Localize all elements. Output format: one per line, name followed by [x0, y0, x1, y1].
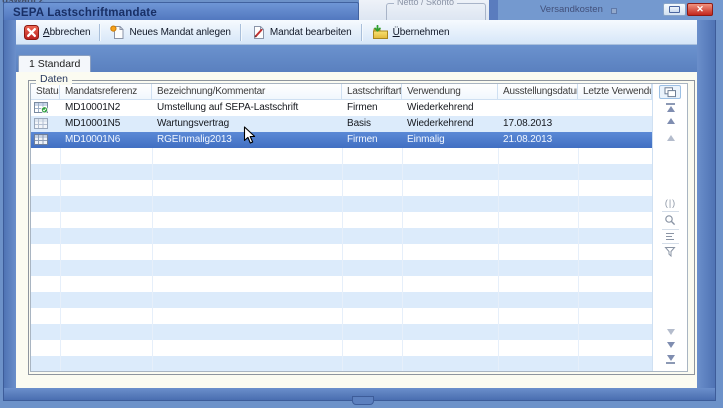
- cell-ausstellungsdatum: Einmalig: [402, 132, 498, 148]
- daten-group-label: Daten: [36, 73, 72, 85]
- page-down-icon: [667, 342, 675, 348]
- cell-mandatsreferenz: MD10001N5: [60, 116, 152, 132]
- grid-row[interactable]: MD10001N2 Umstellung auf SEPA-Lastschrif…: [31, 100, 652, 116]
- grid-row[interactable]: MD10001N6 RGEInmalig2013 Firmen Einmalig…: [31, 132, 652, 148]
- window-close-button[interactable]: ✕: [687, 3, 713, 16]
- cell-ausstellungsdatum: 17.08.2013: [498, 116, 578, 132]
- cell-lastschriftart: Firmen: [342, 132, 402, 148]
- scroll-row-up-button[interactable]: [653, 135, 687, 141]
- mandate-status-icon: [34, 118, 48, 129]
- column-header-bezeichnung[interactable]: Bezeichnung/Kommentar: [152, 84, 342, 100]
- versandkosten-checkbox: [611, 8, 617, 14]
- mandat-bearbeiten-button[interactable]: Mandat bearbeiten: [245, 23, 358, 42]
- edit-document-icon: [251, 25, 266, 40]
- cell-verwendung: Wiederkehrend: [402, 100, 498, 116]
- cell-ausstellungsdatum: [498, 100, 578, 116]
- scroll-to-top-button[interactable]: [653, 102, 687, 112]
- cell-mandatsreferenz: MD10001N6: [60, 132, 152, 148]
- page-up-icon: [667, 118, 675, 124]
- netto-skonto-label: Netto / Skonto: [394, 0, 457, 7]
- grid-column-line: [578, 148, 579, 371]
- scroll-bottom-icon: [667, 355, 675, 361]
- dialog-content: Abbrechen Neues Mandat anlegen Mandat be…: [16, 20, 697, 388]
- cell-verwendung: Wiederkehrend: [402, 116, 498, 132]
- column-header-mandatsreferenz[interactable]: Mandatsreferenz: [60, 84, 152, 100]
- scroll-to-bottom-button[interactable]: [653, 355, 687, 365]
- tab-band: 1 Standard: [16, 45, 697, 72]
- strip-divider: [662, 211, 679, 212]
- close-icon: ✕: [696, 4, 704, 14]
- column-header-verwendung[interactable]: Verwendung: [402, 84, 498, 100]
- dialog-title: SEPA Lastschriftmandate: [13, 7, 157, 19]
- scroll-top-icon: [667, 106, 675, 112]
- dialog-titlebar[interactable]: SEPA Lastschriftmandate: [3, 2, 359, 20]
- dialog-frame-left: [3, 20, 16, 401]
- scroll-page-down-button[interactable]: [653, 342, 687, 348]
- grid-column-line: [60, 148, 61, 371]
- grid-column-line: [152, 148, 153, 371]
- grid-side-strip: (|): [652, 84, 687, 371]
- cell-mandatsreferenz: MD10001N2: [60, 100, 152, 116]
- new-document-icon: [110, 25, 125, 40]
- filter-button[interactable]: [653, 246, 687, 258]
- toolbar-separator: [240, 24, 242, 41]
- column-header-ausstellungsdatum[interactable]: Ausstellungsdatum: [498, 84, 578, 100]
- neues-mandat-anlegen-button[interactable]: Neues Mandat anlegen: [104, 23, 236, 42]
- toolbar-separator: [99, 24, 101, 41]
- abbrechen-button[interactable]: Abbrechen: [18, 23, 96, 42]
- toolbar-separator: [361, 24, 363, 41]
- copy-icon: [664, 87, 677, 98]
- cell-bezeichnung: Umstellung auf SEPA-Lastschrift: [152, 100, 342, 116]
- window-restore-icon: [669, 6, 680, 13]
- row-down-icon: [667, 329, 675, 335]
- mandate-status-icon: [34, 134, 48, 145]
- grid-row[interactable]: MD10001N5 Wartungsvertrag Basis Wiederke…: [31, 116, 652, 132]
- dialog-frame-right: [697, 20, 716, 401]
- column-width-button[interactable]: (|): [653, 198, 687, 208]
- cell-lastschriftart: Firmen: [342, 100, 402, 116]
- grid-column-line: [498, 148, 499, 371]
- mandates-grid: Status Mandatsreferenz Bezeichnung/Komme…: [31, 84, 687, 371]
- row-up-icon: [667, 135, 675, 141]
- main-panel: Daten Status Mandatsreferenz Bezeichnung…: [16, 72, 697, 388]
- grid-column-line: [402, 148, 403, 371]
- uebernehmen-button[interactable]: Übernehmen: [366, 23, 456, 42]
- column-header-letzte-verwendung[interactable]: Letzte Verwendung: [578, 84, 652, 100]
- search-button[interactable]: [653, 214, 687, 227]
- copy-grid-button[interactable]: [659, 85, 681, 99]
- column-width-icon: (|): [665, 198, 676, 208]
- filter-icon: [664, 246, 677, 258]
- scroll-page-up-button[interactable]: [653, 118, 687, 124]
- search-icon: [664, 214, 677, 227]
- tab-standard[interactable]: 1 Standard: [18, 55, 91, 72]
- cell-ausstellungsdatum: 21.08.2013: [498, 132, 578, 148]
- cell-letzte-verwendung: [578, 116, 652, 132]
- mouse-cursor: [243, 126, 256, 145]
- mandate-status-active-icon: [34, 102, 48, 113]
- strip-divider: [662, 229, 679, 230]
- cell-lastschriftart: Basis: [342, 116, 402, 132]
- column-header-status[interactable]: Status: [31, 84, 60, 100]
- toolbar: Abbrechen Neues Mandat anlegen Mandat be…: [16, 20, 697, 45]
- apply-folder-icon: [372, 25, 389, 40]
- grid-column-line: [342, 148, 343, 371]
- strip-divider: [662, 243, 679, 244]
- column-header-lastschriftart[interactable]: Lastschriftart: [342, 84, 402, 100]
- sum-icon: [665, 232, 677, 242]
- cell-letzte-verwendung: [578, 100, 652, 116]
- sum-button[interactable]: [653, 232, 687, 242]
- resize-notch[interactable]: [352, 396, 374, 405]
- window-restore-button[interactable]: [663, 3, 686, 16]
- background-divider: [489, 0, 498, 20]
- scroll-row-down-button[interactable]: [653, 329, 687, 335]
- cell-letzte-verwendung: [578, 132, 652, 148]
- cancel-red-x-icon: [24, 25, 39, 40]
- versandkosten-label: Versandkosten: [540, 4, 603, 15]
